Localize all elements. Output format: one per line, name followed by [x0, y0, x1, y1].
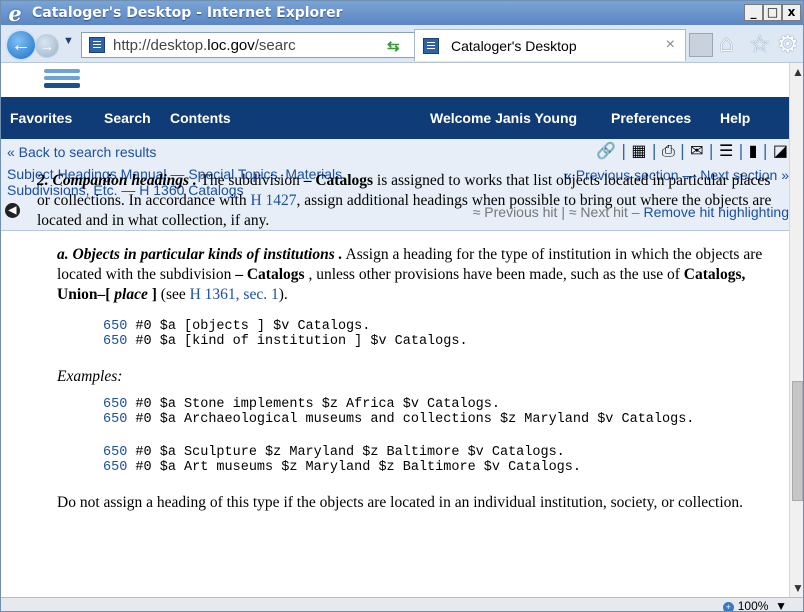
scroll-down-icon[interactable]: ▼ — [792, 581, 803, 595]
main-menu: Favorites Search Contents Welcome Janis … — [1, 97, 789, 139]
menu-search[interactable]: Search — [104, 110, 151, 126]
marc-text: #0 $a [kind of institution ] $v Catalogs… — [127, 334, 468, 349]
code-block-patterns: 650 #0 $a [objects ] $v Catalogs. 650 #0… — [15, 319, 781, 349]
marc-line: 650 #0 $a [kind of institution ] $v Cata… — [103, 334, 781, 349]
scroll-up-icon[interactable]: ▲ — [792, 65, 803, 79]
marc-tag-link[interactable]: 650 — [103, 397, 127, 412]
link-h1361[interactable]: H 1361, sec. 1 — [190, 286, 279, 303]
list-icon[interactable]: ☰ — [719, 141, 734, 160]
forward-arrow-icon[interactable]: → — [35, 34, 59, 58]
text: , unless other provisions have been made… — [304, 266, 684, 283]
print-icon[interactable]: ⎙ — [662, 141, 676, 160]
title-bar: e Cataloger's Desktop - Internet Explore… — [1, 0, 803, 26]
document-content: 2. Companion headings . The subdivision … — [15, 171, 781, 527]
marc-text: #0 $a [objects ] $v Catalogs. — [127, 319, 371, 334]
subsection-heading: a. Objects in particular kinds of instit… — [57, 246, 343, 263]
marc-tag-link[interactable]: 650 — [103, 412, 127, 427]
welcome-user: Welcome Janis Young — [430, 110, 578, 126]
new-tab-button[interactable] — [689, 33, 713, 57]
navigation-bar: ← → ▼ http://desktop.loc.gov/searc ⚲ ▼ ⇆… — [1, 25, 803, 63]
menu-preferences[interactable]: Preferences — [611, 110, 691, 126]
address-bar[interactable]: http://desktop.loc.gov/searc ⚲ ▼ — [81, 32, 445, 58]
paragraph-individual-institution: Do not assign a heading of this type if … — [57, 494, 744, 511]
link-h1427[interactable]: H 1427 — [250, 192, 296, 209]
ie-logo-icon: e — [8, 0, 22, 26]
bookmark-icon[interactable]: ▮ — [749, 141, 759, 160]
status-bar: +100% ▼ — [1, 597, 803, 612]
marc-line: 650 #0 $a [objects ] $v Catalogs. — [103, 319, 781, 334]
marc-text: #0 $a Art museums $z Maryland $z Baltimo… — [127, 460, 581, 475]
subdivision-term: – Catalogs — [303, 172, 374, 189]
marc-tag-link[interactable]: 650 — [103, 445, 127, 460]
text: (see — [156, 286, 190, 303]
marc-text: #0 $a Sculpture $z Maryland $z Baltimore… — [127, 445, 565, 460]
tab-close-icon[interactable]: × — [666, 36, 675, 54]
url-text[interactable]: http://desktop.loc.gov/searc — [113, 37, 296, 54]
marc-text: #0 $a Archaeological museums and collect… — [127, 412, 695, 427]
marc-text: #0 $a Stone implements $z Africa $v Cata… — [127, 397, 500, 412]
browser-window: e Cataloger's Desktop - Internet Explore… — [0, 0, 804, 612]
marc-tag-link[interactable]: 650 — [103, 334, 127, 349]
email-icon[interactable]: ✉ — [690, 141, 704, 160]
text: The subdivision — [196, 172, 304, 189]
examples-label: Examples: — [57, 368, 123, 385]
paragraph-institutions: a. Objects in particular kinds of instit… — [57, 245, 781, 305]
site-logo-icon[interactable] — [44, 69, 80, 95]
site-header — [1, 63, 789, 97]
marc-line: 650 #0 $a Stone implements $z Africa $v … — [103, 397, 781, 412]
page-favicon-icon — [89, 37, 105, 53]
link-icon[interactable]: 🔗 — [596, 141, 617, 160]
star-icon[interactable]: ☆ — [749, 30, 771, 59]
marc-line: 650 #0 $a Art museums $z Maryland $z Bal… — [103, 460, 781, 475]
zoom-level: 100% — [737, 599, 769, 612]
tab-catalogers-desktop[interactable]: Cataloger's Desktop × — [414, 29, 686, 61]
menu-favorites[interactable]: Favorites — [10, 110, 72, 126]
menu-help[interactable]: Help — [720, 110, 750, 126]
share-icon[interactable]: ▦ — [631, 141, 647, 160]
marc-line: 650 #0 $a Archaeological museums and col… — [103, 412, 781, 427]
history-dropdown-icon[interactable]: ▼ — [63, 35, 74, 47]
tab-favicon-icon — [423, 37, 439, 54]
window-title: Cataloger's Desktop - Internet Explorer — [32, 5, 343, 21]
marc-line: 650 #0 $a Sculpture $z Maryland $z Balti… — [103, 445, 781, 460]
marc-tag-link[interactable]: 650 — [103, 319, 127, 334]
paragraph-companion-headings: 2. Companion headings . The subdivision … — [37, 171, 781, 231]
back-arrow-icon[interactable]: ← — [5, 29, 37, 61]
gear-icon[interactable]: ⚙ — [777, 30, 799, 59]
home-icon[interactable]: ⌂ — [719, 30, 734, 58]
maximize-button[interactable]: □ — [763, 4, 782, 21]
scroll-thumb[interactable] — [792, 381, 803, 501]
minimize-button[interactable]: _ — [744, 4, 763, 21]
code-block-examples-1: 650 #0 $a Stone implements $z Africa $v … — [15, 397, 781, 427]
window-controls: _ □ x — [744, 4, 801, 21]
marc-tag-link[interactable]: 650 — [103, 460, 127, 475]
zoom-dropdown-icon[interactable]: ▼ — [775, 599, 787, 611]
zoom-control[interactable]: +100% ▼ — [722, 599, 787, 612]
subdivision-term: – Catalogs — [235, 266, 305, 283]
zoom-icon: + — [722, 602, 734, 611]
place-term: place — [110, 286, 152, 303]
menu-contents[interactable]: Contents — [170, 110, 231, 126]
tab-title: Cataloger's Desktop — [451, 37, 577, 54]
section-heading: 2. Companion headings . — [37, 172, 197, 189]
expand-icon[interactable]: ◪ — [773, 141, 789, 160]
refresh-icon[interactable]: ⇆ — [387, 37, 400, 55]
code-block-examples-2: 650 #0 $a Sculpture $z Maryland $z Balti… — [15, 445, 781, 475]
close-button[interactable]: x — [782, 4, 801, 21]
back-to-results-link[interactable]: « Back to search results — [7, 144, 156, 160]
document-toolbar: 🔗 | ▦ | ⎙ | ✉ | ☰ | ▮ | ◪ — [596, 141, 789, 160]
text: ). — [278, 286, 288, 303]
vertical-scrollbar[interactable]: ▲ ▼ — [789, 63, 803, 597]
